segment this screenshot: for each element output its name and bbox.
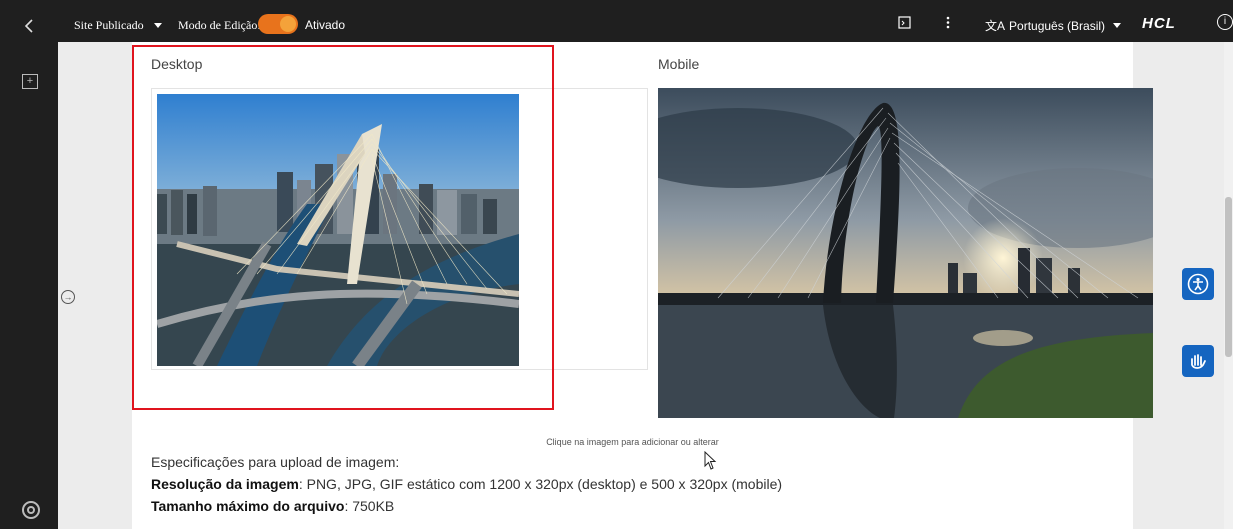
- left-rail: +: [0, 42, 58, 529]
- accessibility-button[interactable]: [1182, 268, 1214, 300]
- vertical-scrollbar[interactable]: [1224, 42, 1233, 529]
- add-section-icon[interactable]: +: [22, 74, 38, 89]
- sign-language-button[interactable]: [1182, 345, 1214, 377]
- edit-mode-toggle[interactable]: [258, 14, 298, 34]
- spec-title: Especificações para upload de imagem:: [151, 454, 400, 470]
- site-status-label: Site Publicado: [74, 18, 144, 32]
- mobile-image[interactable]: [658, 88, 1153, 418]
- maxsize-value: : 750KB: [344, 498, 395, 514]
- spec-maxsize: Tamanho máximo do arquivo: 750KB: [151, 498, 394, 514]
- info-icon[interactable]: i: [1217, 14, 1233, 30]
- side-panel-toggle: →: [58, 42, 83, 529]
- site-status-dropdown[interactable]: Site Publicado: [74, 18, 162, 33]
- mobile-label: Mobile: [658, 56, 700, 72]
- preview-icon: [898, 16, 911, 29]
- resolution-value: : PNG, JPG, GIF estático com 1200 x 320p…: [298, 476, 783, 492]
- chevron-down-icon: [153, 23, 162, 28]
- top-toolbar: Site Publicado Modo de Edição: Ativado 文…: [0, 0, 1233, 42]
- mouse-cursor-icon: [704, 451, 717, 470]
- toggle-knob: [280, 16, 296, 32]
- sign-language-icon: [1191, 354, 1206, 369]
- scrollbar-thumb[interactable]: [1225, 197, 1232, 357]
- support-icon[interactable]: [22, 501, 40, 519]
- chevron-down-icon: [1113, 23, 1122, 28]
- translate-icon: 文A: [985, 19, 1006, 33]
- back-icon: [24, 18, 33, 33]
- accessibility-icon: [1187, 273, 1209, 295]
- more-icon: [946, 16, 950, 29]
- edit-mode-state: Ativado: [305, 18, 346, 32]
- expand-arrow-icon[interactable]: →: [61, 290, 75, 304]
- resolution-label: Resolução da imagem: [151, 476, 299, 492]
- language-label: Português (Brasil): [1009, 18, 1106, 33]
- more-button[interactable]: [946, 16, 950, 32]
- upload-hint: Clique na imagem para adicionar ou alter…: [546, 437, 719, 447]
- maxsize-label: Tamanho máximo do arquivo: [151, 498, 345, 514]
- language-selector[interactable]: 文A Português (Brasil): [985, 17, 1122, 34]
- highlight-box: [132, 45, 554, 410]
- back-button[interactable]: [0, 9, 58, 42]
- edit-mode-label: Modo de Edição:: [178, 18, 261, 32]
- spec-resolution: Resolução da imagem: PNG, JPG, GIF estát…: [151, 476, 782, 492]
- preview-button[interactable]: [898, 16, 911, 32]
- hcl-logo: HCL: [1142, 15, 1176, 32]
